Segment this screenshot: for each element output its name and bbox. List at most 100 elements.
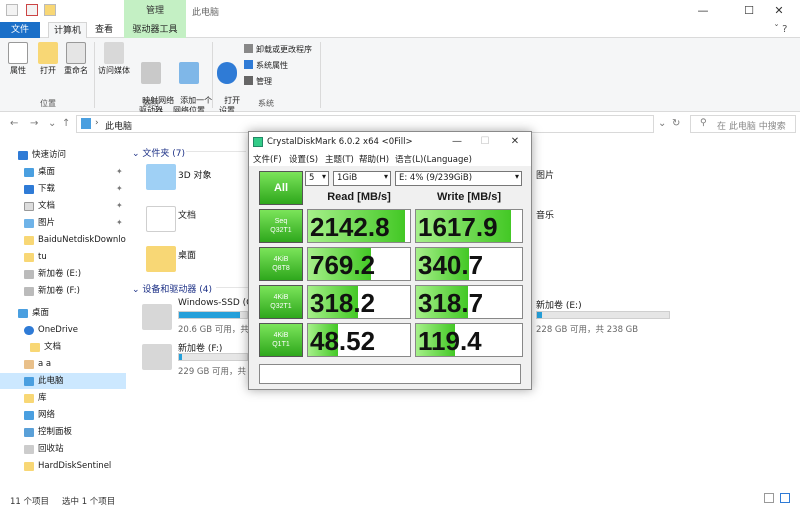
download-icon (24, 185, 34, 194)
properties-icon[interactable] (26, 4, 38, 16)
drive-select[interactable]: E: 4% (9/239GiB) ▾ (395, 171, 522, 186)
cloud-icon (24, 326, 34, 335)
sidebar-item-libraries[interactable]: 库 (0, 390, 126, 406)
refresh-icon[interactable]: ↻ (672, 118, 680, 129)
read-result-cell: 769.2 (307, 247, 411, 281)
uninstall-programs-button[interactable]: 卸载或更改程序 (244, 44, 312, 55)
folder-3d-objects[interactable]: 3D 对象 (178, 168, 212, 181)
tab-drive-tools[interactable]: 驱动器工具 (124, 22, 186, 38)
drive-e-name[interactable]: 新加卷 (E:) (536, 298, 582, 311)
properties-label: 属性 (10, 66, 26, 75)
run-all-button[interactable]: All (259, 171, 303, 205)
sidebar-item-onedrive[interactable]: OneDrive (0, 322, 126, 338)
star-icon (18, 151, 28, 160)
new-folder-icon[interactable] (44, 4, 56, 16)
close-icon[interactable]: ✕ (501, 134, 529, 150)
sidebar-item-baidunetdisk[interactable]: BaiduNetdiskDownlo (0, 232, 126, 248)
details-view-icon[interactable] (764, 493, 774, 503)
minimize-icon[interactable]: — (443, 134, 471, 150)
pin-icon[interactable]: ✦ (116, 164, 123, 180)
test-queue-label: Q8T8 (272, 265, 290, 272)
3d-objects-icon[interactable] (146, 164, 176, 190)
drives-section-header[interactable]: ⌄ 设备和驱动器 (4) (132, 282, 212, 295)
sidebar-item-volume-f[interactable]: 新加卷 (F:) (0, 283, 126, 299)
user-icon (24, 360, 34, 369)
chevron-down-icon[interactable]: ⌄ (48, 118, 56, 129)
test-size-select[interactable]: 1GiB ▾ (333, 171, 391, 186)
drive-icon[interactable] (142, 344, 172, 370)
minimize-icon[interactable]: — (680, 0, 726, 22)
menu-file[interactable]: 文件(F) (253, 153, 282, 165)
up-arrow-icon[interactable]: ↑ (62, 118, 70, 129)
drive-icon (24, 270, 34, 279)
back-arrow-icon[interactable]: ← (10, 118, 18, 129)
folder-pictures[interactable]: 图片 (536, 168, 554, 181)
sidebar-item-tu[interactable]: tu (0, 249, 126, 265)
read-header: Read [MB/s] (327, 191, 391, 203)
folder-music[interactable]: 音乐 (536, 208, 554, 221)
menu-language[interactable]: 语言(L)(Language) (395, 153, 472, 165)
menu-settings[interactable]: 设置(S) (289, 153, 318, 165)
sidebar-item-harddisksentinel[interactable]: HardDiskSentinel (0, 458, 126, 474)
sidebar-item-pictures[interactable]: 图片 ✦ (0, 215, 126, 231)
menu-help[interactable]: 帮助(H) (359, 153, 389, 165)
drive-f-usage-bar (178, 353, 248, 361)
tab-computer[interactable]: 计算机 (48, 22, 88, 38)
document-icon[interactable] (146, 206, 176, 232)
open-folder-icon (38, 42, 58, 64)
drive-f-free: 229 GB 可用，共 (178, 367, 247, 377)
folder-documents[interactable]: 文档 (178, 208, 196, 221)
pin-icon[interactable]: ✦ (116, 181, 123, 197)
test-count-value: 5 (309, 173, 315, 183)
test-count-select[interactable]: 5 ▾ (305, 171, 329, 186)
folder-desktop[interactable]: 桌面 (178, 248, 196, 261)
system-properties-button[interactable]: 系统属性 (244, 60, 288, 71)
tab-view[interactable]: 查看 (90, 22, 118, 38)
read-result-value: 769.2 (310, 250, 376, 280)
access-media-button[interactable]: 访问媒体 (96, 42, 132, 76)
sidebar-item-label: OneDrive (38, 325, 78, 335)
selected-count: 选中 1 个项目 (62, 497, 116, 507)
write-result-cell: 340.7 (415, 247, 523, 281)
sidebar-item-downloads[interactable]: 下载 ✦ (0, 181, 126, 197)
windows-drive-icon[interactable] (142, 304, 172, 330)
drive-c-name[interactable]: Windows-SSD (C:) (178, 298, 259, 308)
pin-icon[interactable]: ✦ (116, 198, 123, 214)
sidebar-item-documents[interactable]: 文档 ✦ (0, 198, 126, 214)
tab-file[interactable]: 文件 (0, 22, 40, 38)
rename-button[interactable]: 重命名 (62, 42, 90, 76)
sidebar-item-control-panel[interactable]: 控制面板 (0, 424, 126, 440)
test-row-button[interactable]: Seq Q32T1 (259, 209, 303, 243)
sidebar-item-user[interactable]: a a (0, 356, 126, 372)
sidebar-item-network[interactable]: 网络 (0, 407, 126, 423)
context-tab-manage[interactable]: 管理 (124, 0, 186, 22)
folders-section-header[interactable]: ⌄ 文件夹 (7) (132, 146, 185, 159)
pin-icon[interactable]: ✦ (116, 215, 123, 231)
manage-button[interactable]: 管理 (244, 76, 272, 87)
test-row-button[interactable]: 4KiB Q32T1 (259, 285, 303, 319)
quick-access-icon[interactable] (6, 4, 18, 16)
menu-theme[interactable]: 主题(T) (325, 153, 354, 165)
help-icon[interactable]: ˇ ? (774, 24, 788, 35)
sidebar-item-recycle-bin[interactable]: 回收站 (0, 441, 126, 457)
chevron-down-icon: ▾ (383, 172, 388, 181)
maximize-icon[interactable]: ☐ (471, 134, 499, 150)
sidebar-item-volume-e[interactable]: 新加卷 (E:) (0, 266, 126, 282)
forward-arrow-icon[interactable]: → (30, 118, 38, 129)
folder-icon[interactable] (146, 246, 176, 272)
properties-button[interactable]: 属性 (6, 42, 30, 76)
ribbon-separator (320, 42, 321, 108)
sidebar-item-desktop-root[interactable]: 桌面 (0, 305, 126, 321)
large-icons-view-icon[interactable] (780, 493, 790, 503)
address-dropdown-icon[interactable]: ⌄ (658, 118, 666, 129)
sidebar-item-this-pc[interactable]: 此电脑 (0, 373, 126, 389)
sidebar-item-desktop[interactable]: 桌面 ✦ (0, 164, 126, 180)
comment-input[interactable] (259, 364, 521, 384)
open-button[interactable]: 打开 (36, 42, 60, 76)
close-icon[interactable]: ✕ (756, 0, 800, 22)
sidebar-item-onedrive-docs[interactable]: 文档 (0, 339, 126, 355)
test-row-button[interactable]: 4KiB Q1T1 (259, 323, 303, 357)
test-row-button[interactable]: 4KiB Q8T8 (259, 247, 303, 281)
sidebar-item-quick-access[interactable]: 快速访问 (0, 147, 126, 163)
sidebar-item-label: 文档 (44, 342, 62, 352)
